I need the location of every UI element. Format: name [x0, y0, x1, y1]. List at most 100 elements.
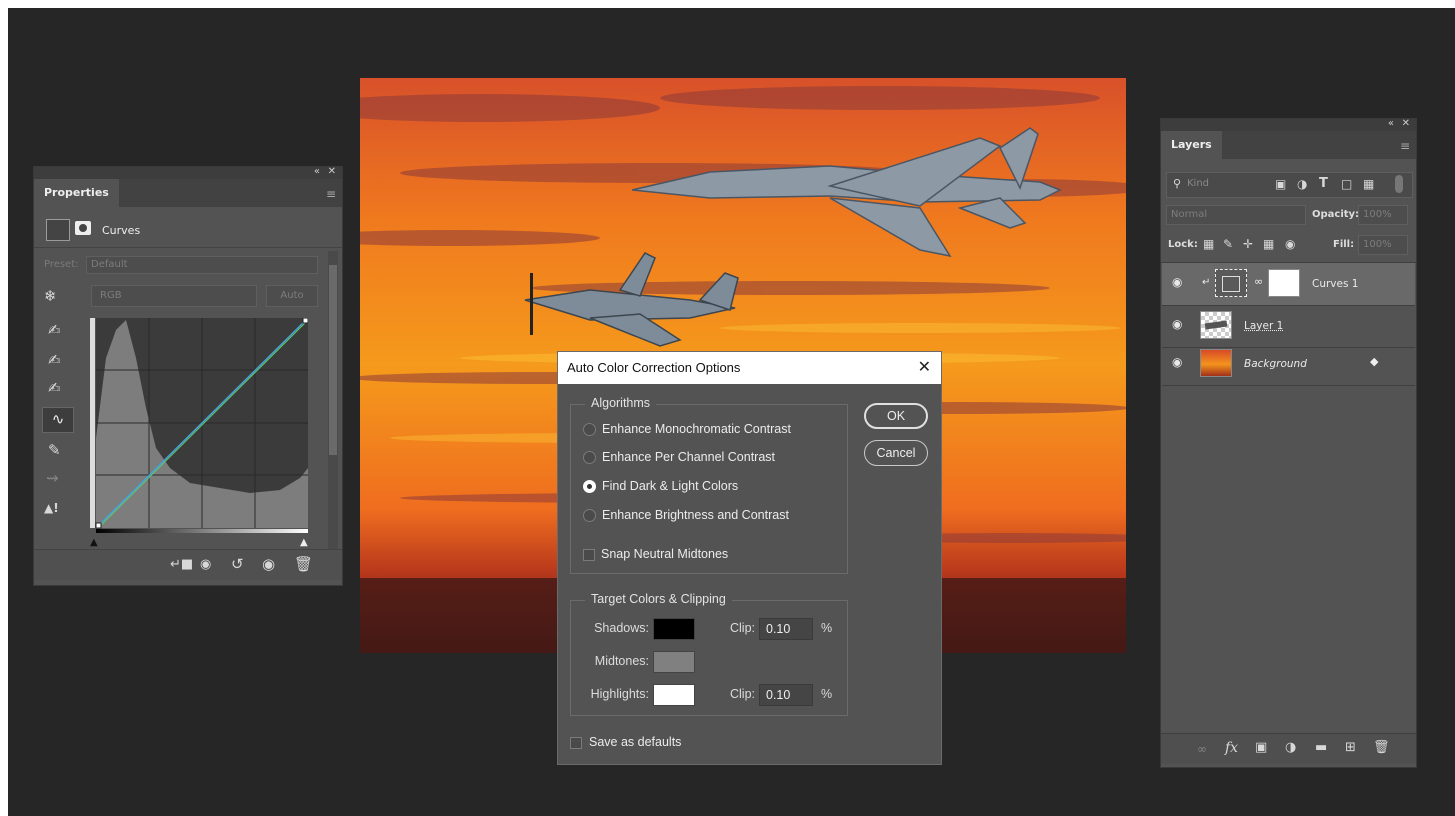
fx-icon[interactable]: fx [1225, 739, 1238, 757]
filter-adjustment-icon[interactable]: ◑ [1297, 175, 1307, 193]
link-icon[interactable]: ∞ [1197, 740, 1207, 758]
layer-row-curves[interactable]: ◉ ↵ ∞ Curves 1 [1162, 263, 1415, 306]
visibility-eye-icon[interactable]: ◉ [1172, 275, 1182, 289]
reset-icon[interactable]: ↺ [231, 555, 244, 573]
lock-transparent-icon[interactable]: ▦ [1203, 235, 1214, 253]
snap-neutral-checkbox[interactable] [583, 549, 595, 561]
tab-layers[interactable]: Layers [1161, 131, 1222, 159]
radio-label[interactable]: Find Dark & Light Colors [602, 479, 738, 493]
dialog-titlebar[interactable]: Auto Color Correction Options ✕ [558, 352, 941, 384]
fill-label: Fill: [1333, 239, 1355, 250]
visibility-eye-icon[interactable]: ◉ [1172, 355, 1182, 369]
mask-link-icon[interactable]: ∞ [1254, 275, 1263, 288]
opacity-label: Opacity: [1312, 209, 1360, 220]
layer-name[interactable]: Layer 1 [1244, 319, 1283, 333]
lock-artboard-icon[interactable]: ▦ [1263, 235, 1274, 253]
panel-titlebar[interactable]: « ✕ [1161, 118, 1416, 131]
layer-row-background[interactable]: ◉ Background ◆ [1162, 343, 1415, 386]
save-defaults-checkbox[interactable] [570, 737, 582, 749]
ok-button[interactable]: OK [864, 403, 928, 429]
layer1-thumbnail [1200, 311, 1232, 339]
close-icon[interactable]: ✕ [1402, 118, 1410, 129]
folder-icon[interactable]: ▬ [1315, 739, 1327, 757]
target-colors-group: Target Colors & Clipping Shadows: Clip: … [570, 592, 848, 716]
target-colors-label: Target Colors & Clipping [585, 592, 732, 606]
panel-titlebar[interactable]: « ✕ [34, 166, 342, 179]
filter-shape-icon[interactable]: □ [1341, 175, 1352, 193]
cancel-button[interactable]: Cancel [864, 440, 928, 466]
filter-toggle[interactable] [1395, 175, 1403, 193]
filter-pixel-icon[interactable]: ▣ [1275, 175, 1286, 193]
layer-name[interactable]: Curves 1 [1312, 277, 1358, 291]
radio-label[interactable]: Enhance Monochromatic Contrast [602, 422, 791, 436]
radio-monochromatic[interactable] [583, 423, 596, 436]
filter-smart-object-icon[interactable]: ▦ [1363, 175, 1374, 193]
visibility-icon[interactable]: ◉ [262, 555, 275, 573]
clipping-warning-icon[interactable]: ▲! [44, 499, 59, 517]
highlights-clip-input[interactable]: 0.10 [759, 684, 813, 706]
mask-thumbnail[interactable] [1268, 269, 1300, 297]
radio-label[interactable]: Enhance Per Channel Contrast [602, 450, 775, 464]
radio-label[interactable]: Enhance Brightness and Contrast [602, 508, 789, 522]
trash-icon[interactable]: 🗑 [294, 555, 313, 573]
auto-button[interactable]: Auto [266, 285, 318, 307]
save-defaults-label[interactable]: Save as defaults [589, 735, 681, 749]
lock-position-icon[interactable]: ✛ [1243, 235, 1253, 253]
close-icon[interactable]: ✕ [328, 166, 336, 177]
fill-field[interactable]: 100% [1358, 235, 1408, 255]
algorithms-label: Algorithms [585, 396, 657, 410]
black-point-slider[interactable]: ▲ [90, 537, 98, 548]
eyedropper-white-icon[interactable]: ✍ [48, 379, 61, 397]
filter-row: ⚲ Kind ▣ ◑ T □ ▦ [1166, 172, 1413, 198]
filter-kind-select[interactable]: Kind [1187, 178, 1209, 189]
panel-menu-icon[interactable]: ≡ [1400, 139, 1410, 153]
radio-per-channel[interactable] [583, 451, 596, 464]
collapse-icon[interactable]: « [314, 166, 320, 177]
shadows-swatch[interactable] [653, 618, 695, 640]
clip-to-layer-icon[interactable]: ↵■ [170, 556, 193, 574]
percent-label: % [821, 687, 833, 701]
pencil-icon[interactable]: ✎ [48, 441, 61, 459]
panel-scrollbar[interactable] [328, 251, 338, 551]
layers-panel: « ✕ Layers ≡ ⚲ Kind ▣ ◑ T □ ▦ Normal Opa… [1160, 118, 1417, 768]
highlights-swatch[interactable] [653, 684, 695, 706]
clipping-arrow-icon: ↵ [1202, 277, 1211, 288]
radio-brightness-contrast[interactable] [583, 509, 596, 522]
lock-all-icon[interactable]: ◉ [1285, 235, 1295, 253]
opacity-field[interactable]: 100% [1358, 205, 1408, 225]
eyedropper-black-icon[interactable]: ✍ [48, 321, 61, 339]
curves-graph[interactable] [90, 317, 309, 533]
on-image-adjust-icon[interactable]: ❄ [44, 287, 57, 305]
blend-mode-select[interactable]: Normal [1166, 205, 1306, 225]
new-layer-icon[interactable]: ⊞ [1345, 739, 1356, 757]
properties-bottom-bar: ↵■ ◉ ↺ ◉ 🗑 [34, 549, 342, 580]
mask-icon[interactable]: ▣ [1255, 739, 1267, 757]
layer-row-layer1[interactable]: ◉ Layer 1 [1162, 305, 1415, 348]
preset-select[interactable]: Default [86, 256, 318, 274]
radio-dark-light[interactable] [583, 480, 596, 493]
snap-neutral-label[interactable]: Snap Neutral Midtones [601, 547, 728, 561]
view-previous-icon[interactable]: ◉ [200, 556, 211, 574]
smooth-icon[interactable]: ⇝ [46, 469, 59, 487]
highlights-label: Highlights: [590, 687, 649, 701]
shadows-clip-input[interactable]: 0.10 [759, 618, 813, 640]
layer-name[interactable]: Background [1244, 357, 1307, 371]
background-thumbnail [1200, 349, 1232, 377]
visibility-eye-icon[interactable]: ◉ [1172, 317, 1182, 331]
auto-color-correction-dialog: Auto Color Correction Options ✕ Algorith… [557, 351, 942, 765]
filter-type-icon[interactable]: T [1319, 175, 1328, 193]
lock-image-icon[interactable]: ✎ [1223, 235, 1233, 253]
trash-icon[interactable]: 🗑 [1373, 739, 1390, 757]
close-icon[interactable]: ✕ [918, 352, 931, 384]
midtones-swatch[interactable] [653, 651, 695, 673]
mask-icon[interactable] [75, 221, 91, 235]
adjustment-icon[interactable]: ◑ [1285, 739, 1296, 757]
curve-points-icon[interactable]: ∿ [42, 407, 74, 433]
tab-properties[interactable]: Properties [34, 179, 119, 207]
collapse-icon[interactable]: « [1388, 118, 1394, 129]
channel-select[interactable]: RGB [91, 285, 257, 307]
adjustment-name: Curves [102, 224, 141, 237]
white-point-slider[interactable]: ▲ [300, 537, 308, 548]
eyedropper-gray-icon[interactable]: ✍ [48, 351, 61, 369]
panel-menu-icon[interactable]: ≡ [326, 187, 336, 201]
